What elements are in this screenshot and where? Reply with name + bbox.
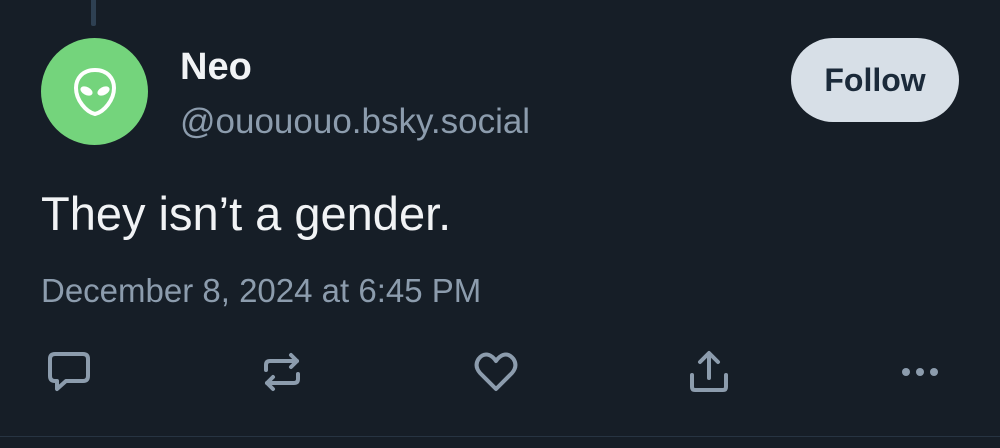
heart-icon bbox=[474, 352, 518, 391]
author-handle[interactable]: @ouououo.bsky.social bbox=[180, 100, 530, 144]
share-button[interactable] bbox=[683, 346, 735, 398]
thread-connector-line bbox=[91, 0, 96, 26]
avatar[interactable] bbox=[41, 38, 148, 145]
reply-button[interactable] bbox=[43, 346, 95, 398]
ellipsis-icon bbox=[902, 368, 938, 376]
repost-arrows-icon bbox=[264, 353, 300, 391]
speech-bubble-icon bbox=[48, 352, 90, 391]
post-divider bbox=[0, 436, 1000, 437]
author-display-name[interactable]: Neo bbox=[180, 44, 252, 90]
follow-button[interactable]: Follow bbox=[791, 38, 959, 122]
share-upload-icon bbox=[690, 351, 728, 392]
like-button[interactable] bbox=[470, 346, 522, 398]
repost-button[interactable] bbox=[256, 346, 308, 398]
post-timestamp: December 8, 2024 at 6:45 PM bbox=[41, 272, 482, 309]
alien-icon bbox=[73, 67, 116, 116]
post-text: They isn’t a gender. bbox=[41, 187, 452, 240]
more-options-button[interactable] bbox=[894, 346, 946, 398]
